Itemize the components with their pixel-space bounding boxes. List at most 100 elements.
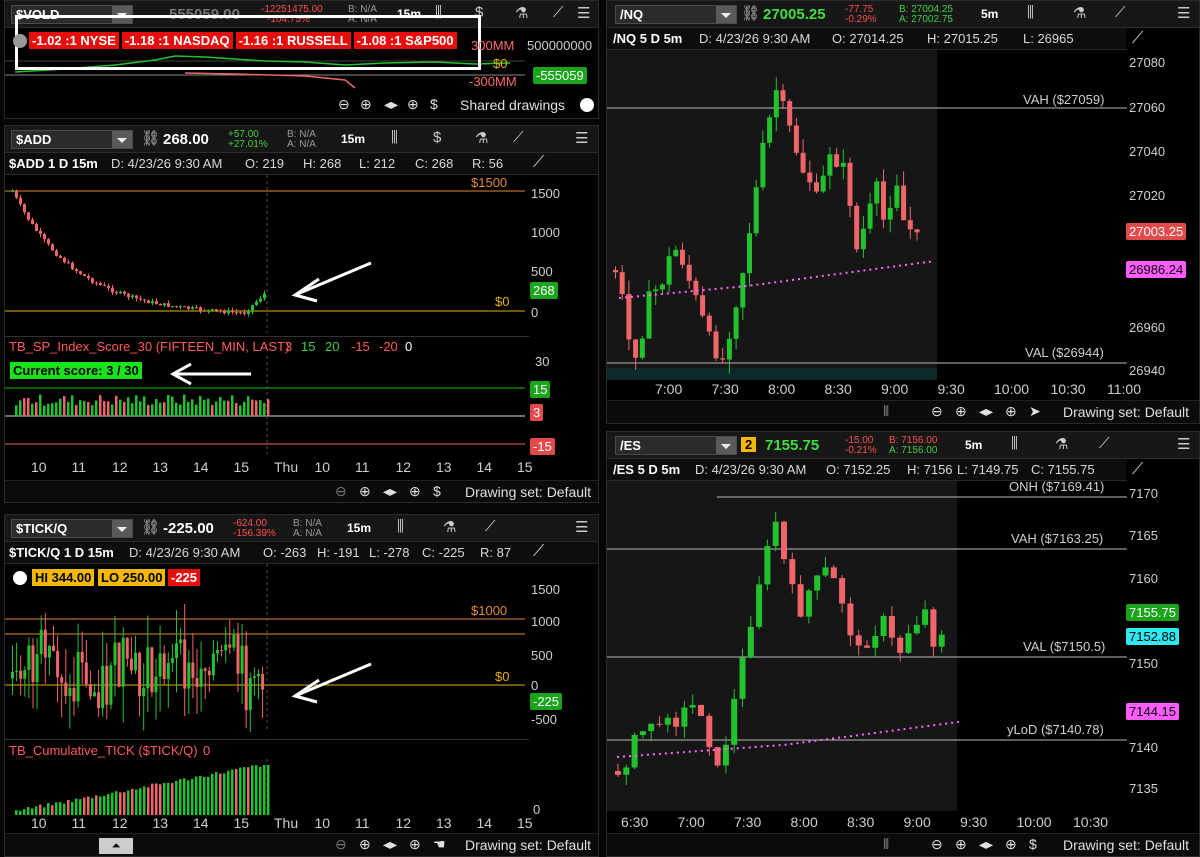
- flask-icon[interactable]: ⚗: [443, 518, 456, 536]
- expand-icon[interactable]: ⟋: [533, 543, 544, 561]
- tick-time-label: 11: [355, 815, 370, 831]
- nq-candle: [659, 284, 665, 290]
- cum-tick-bar: [163, 782, 166, 815]
- candle-style-icon[interactable]: ⫼: [1011, 435, 1018, 452]
- shared-drawings-label[interactable]: Shared drawings: [460, 97, 565, 113]
- chevron-down-icon[interactable]: [112, 520, 132, 537]
- nq-symbol-selector[interactable]: /NQ: [615, 5, 737, 24]
- pan-icon[interactable]: ◂▸: [383, 483, 397, 500]
- dollar-icon[interactable]: $: [433, 483, 441, 499]
- crosshair-icon[interactable]: ⊕: [409, 836, 421, 853]
- zoom-in-icon[interactable]: ⊕: [359, 836, 371, 853]
- tick-candle: [56, 650, 60, 678]
- expand-icon[interactable]: ⟋: [1132, 30, 1143, 48]
- candle-style-icon[interactable]: ⫼: [391, 129, 398, 146]
- add-timeframe[interactable]: 15m: [341, 132, 365, 146]
- flask-icon[interactable]: ⚗: [515, 4, 528, 22]
- crosshair-icon[interactable]: ⊕: [409, 483, 421, 500]
- add-axis-0: 0: [531, 305, 539, 320]
- expand-icon[interactable]: ⟋: [1132, 461, 1143, 479]
- tick-drawing-set[interactable]: Drawing set: Default: [465, 837, 591, 853]
- tick-symbol-selector[interactable]: $TICK/Q: [11, 519, 133, 538]
- menu-icon[interactable]: ☰: [577, 4, 590, 22]
- candle-style-icon[interactable]: ⫼: [397, 518, 404, 535]
- crosshair-icon[interactable]: ⊕: [1005, 403, 1017, 420]
- es-chart[interactable]: ONH ($7169.41) VAH ($7163.25) VAL ($7150…: [607, 479, 1199, 811]
- add-candle: [215, 309, 218, 311]
- drawing-tools-icon[interactable]: ⟋: [513, 129, 524, 146]
- zoom-out-icon[interactable]: ⊖: [335, 836, 347, 853]
- link-icon[interactable]: ⛓: [741, 4, 760, 22]
- link-icon[interactable]: ⛓: [141, 518, 160, 536]
- menu-icon[interactable]: ☰: [1177, 4, 1190, 22]
- es-link-badge[interactable]: 2: [741, 437, 757, 452]
- chevron-down-icon[interactable]: [716, 6, 736, 23]
- nq-time-label: 8:00: [768, 381, 796, 397]
- candle-style-icon[interactable]: ⫼: [1027, 4, 1034, 21]
- drawing-tools-icon[interactable]: ⟋: [553, 4, 564, 21]
- scroll-handle[interactable]: ⦀: [883, 836, 889, 853]
- crosshair-icon[interactable]: ⊕: [407, 96, 419, 113]
- nq-drawing-set[interactable]: Drawing set: Default: [1063, 404, 1189, 420]
- tick-chart[interactable]: HI 344.00 LO 250.00 -225 $1000 $0 1500 1…: [5, 564, 598, 732]
- menu-icon[interactable]: ☰: [575, 129, 588, 147]
- menu-icon[interactable]: ☰: [575, 518, 588, 536]
- es-val-label: VAL ($7150.5): [1023, 639, 1106, 654]
- collapse-icon[interactable]: ⏶: [99, 838, 133, 854]
- pan-icon[interactable]: ◂▸: [979, 836, 993, 853]
- cursor-icon[interactable]: ➤: [1029, 403, 1041, 420]
- es-drawing-set[interactable]: Drawing set: Default: [1063, 837, 1189, 853]
- pan-icon[interactable]: ◂▸: [384, 96, 398, 113]
- study-val-3: 20: [325, 339, 340, 354]
- add-symbol-selector[interactable]: $ADD: [11, 130, 133, 149]
- arrow-annotation: [291, 662, 372, 704]
- tick-title: $TICK/Q 1 D 15m: [9, 545, 114, 560]
- help-icon[interactable]: [580, 98, 594, 112]
- zoom-out-icon[interactable]: ⊖: [338, 96, 350, 113]
- hand-icon[interactable]: ☚: [433, 836, 446, 853]
- chevron-down-icon[interactable]: [716, 437, 736, 454]
- scroll-handle[interactable]: ⦀: [883, 403, 889, 420]
- tick-timeframe[interactable]: 15m: [347, 521, 371, 535]
- tick-study-chart[interactable]: 0: [5, 759, 598, 817]
- es-symbol-selector[interactable]: /ES: [615, 436, 737, 455]
- zoom-in-icon[interactable]: ⊕: [955, 403, 967, 420]
- drawing-tools-icon[interactable]: ⟋: [485, 518, 496, 535]
- alert-icon[interactable]: [13, 571, 27, 585]
- zoom-out-icon[interactable]: ⊖: [335, 483, 347, 500]
- crosshair-icon[interactable]: ⊕: [1005, 836, 1017, 853]
- es-timeframe[interactable]: 5m: [965, 438, 982, 452]
- chevron-down-icon[interactable]: [112, 131, 132, 148]
- add-candle: [171, 306, 174, 308]
- pan-icon[interactable]: ◂▸: [979, 403, 993, 420]
- zoom-out-icon[interactable]: ⊖: [931, 836, 943, 853]
- zoom-in-icon[interactable]: ⊕: [955, 836, 967, 853]
- menu-icon[interactable]: ☰: [1177, 435, 1190, 453]
- dollar-icon[interactable]: $: [1029, 836, 1037, 852]
- drawing-tools-icon[interactable]: ⟋: [1115, 4, 1126, 21]
- alert-icon[interactable]: [13, 34, 27, 48]
- dollar-icon[interactable]: $: [430, 96, 438, 112]
- zoom-out-icon[interactable]: ⊖: [931, 403, 943, 420]
- tick-candle: [64, 682, 68, 696]
- add-chart[interactable]: $1500 $0 1500 1000 500 0 268: [5, 175, 598, 333]
- nq-chart[interactable]: VAH ($27059) VAL ($26944) 27080 27060 27…: [607, 50, 1199, 380]
- zoom-in-icon[interactable]: ⊕: [359, 483, 371, 500]
- vold-chart[interactable]: -1.02 :1 NYSE -1.18 :1 NASDAQ -1.16 :1 R…: [5, 15, 598, 94]
- flask-icon[interactable]: ⚗: [1073, 4, 1086, 22]
- add-study-chart[interactable]: Current score: 3 / 30 30 15 3 -15: [5, 354, 598, 455]
- dollar-icon[interactable]: $: [433, 129, 441, 146]
- add-candle: [143, 299, 146, 301]
- add-drawing-set[interactable]: Drawing set: Default: [465, 484, 591, 500]
- link-icon[interactable]: ⛓: [141, 129, 160, 147]
- pan-icon[interactable]: ◂▸: [383, 836, 397, 853]
- expand-icon[interactable]: ⟋: [533, 154, 544, 172]
- flask-icon[interactable]: ⚗: [1055, 435, 1068, 453]
- nq-timeframe[interactable]: 5m: [981, 7, 998, 21]
- flask-icon[interactable]: ⚗: [475, 129, 488, 147]
- es-candle: [764, 546, 771, 585]
- drawing-tools-icon[interactable]: ⟋: [1099, 435, 1110, 452]
- tick-candle: [97, 692, 101, 709]
- zoom-in-icon[interactable]: ⊕: [360, 96, 372, 113]
- tick-candle: [113, 642, 117, 666]
